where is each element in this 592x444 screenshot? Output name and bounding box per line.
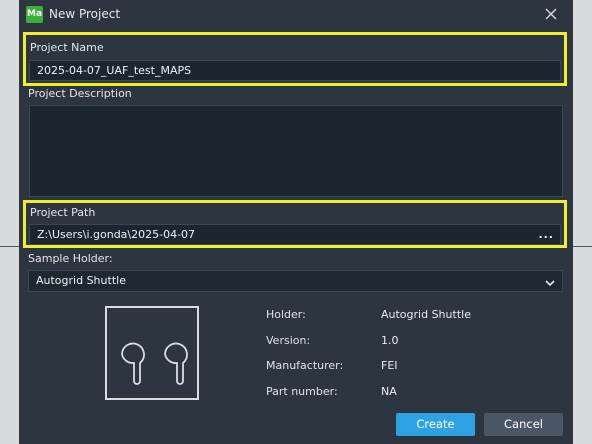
project-description-textarea[interactable] (29, 105, 563, 197)
project-path-label: Project Path (30, 206, 96, 219)
background-left (0, 0, 20, 444)
create-button[interactable]: Create (396, 413, 475, 436)
new-project-dialog: Ma New Project Project Name 2025-04-07_U… (19, 0, 573, 444)
manufacturer-key: Manufacturer: (266, 359, 344, 372)
project-description-label: Project Description (28, 87, 132, 100)
version-key: Version: (266, 334, 311, 347)
cancel-button[interactable]: Cancel (484, 413, 563, 436)
background-right (572, 0, 592, 444)
project-path-section: Project Path Z:\Users\i.gonda\2025-04-07… (23, 200, 567, 248)
sample-holder-selected: Autogrid Shuttle (36, 274, 126, 287)
sample-holder-select[interactable]: Autogrid Shuttle (28, 270, 563, 292)
project-name-section: Project Name 2025-04-07_UAF_test_MAPS (23, 32, 567, 86)
part-number-key: Part number: (266, 385, 338, 398)
manufacturer-value: FEI (381, 359, 398, 372)
project-path-input[interactable]: Z:\Users\i.gonda\2025-04-07 ... (29, 224, 561, 245)
autogrid-shuttle-icon (121, 342, 188, 385)
sample-holder-image (105, 306, 199, 400)
part-number-value: NA (381, 385, 397, 398)
project-name-label: Project Name (30, 41, 104, 54)
chevron-down-icon[interactable] (544, 276, 556, 288)
holder-value: Autogrid Shuttle (381, 308, 471, 321)
window-title: New Project (49, 7, 121, 21)
browse-button[interactable]: ... (538, 225, 554, 244)
version-value: 1.0 (381, 334, 399, 347)
project-description-section: Project Description (23, 86, 567, 200)
close-icon[interactable] (543, 6, 559, 22)
app-logo-icon: Ma (26, 6, 43, 23)
project-path-value: Z:\Users\i.gonda\2025-04-07 (37, 228, 196, 241)
background-divider (572, 246, 592, 247)
sample-holder-label: Sample Holder: (28, 252, 113, 265)
holder-key: Holder: (266, 308, 306, 321)
title-bar[interactable]: Ma New Project (19, 0, 573, 30)
project-name-input[interactable]: 2025-04-07_UAF_test_MAPS (29, 60, 561, 81)
background-divider (0, 246, 20, 247)
